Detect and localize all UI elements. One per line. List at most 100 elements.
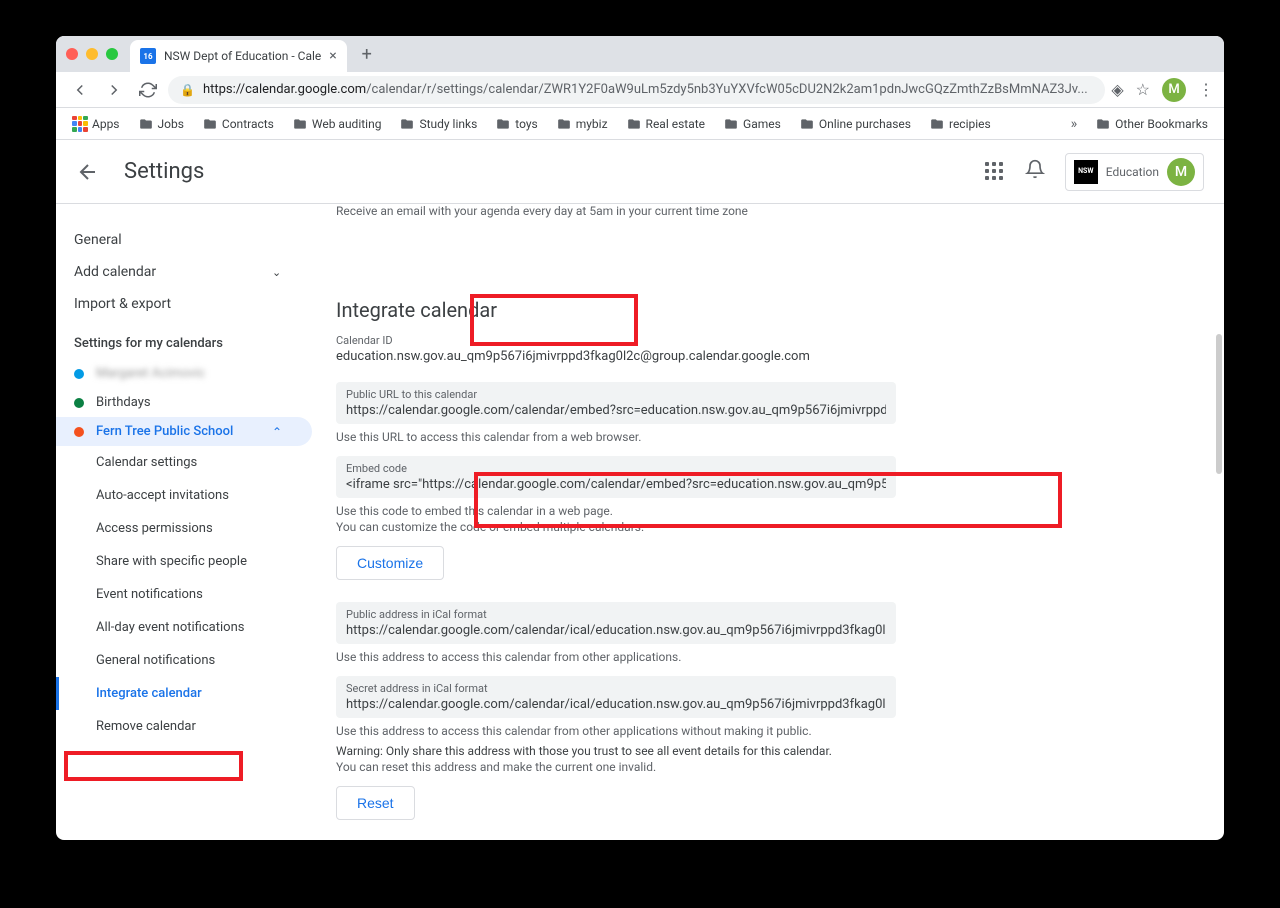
other-bookmarks[interactable]: Other Bookmarks xyxy=(1089,113,1214,135)
sub-event-notifications[interactable]: Event notifications xyxy=(56,578,312,611)
settings-header: Settings NSW Education M xyxy=(56,140,1224,204)
close-window-button[interactable] xyxy=(66,48,78,60)
sub-general-notifications[interactable]: General notifications xyxy=(56,644,312,677)
field-ical-secret[interactable]: Secret address in iCal format https://ca… xyxy=(336,676,896,718)
field-ical-public[interactable]: Public address in iCal format https://ca… xyxy=(336,602,896,644)
sidebar-add-calendar[interactable]: Add calendar⌄ xyxy=(56,256,312,288)
field-label: Public address in iCal format xyxy=(346,608,886,621)
window-controls xyxy=(66,48,118,60)
bookmark-label: Contracts xyxy=(222,117,274,131)
bookmark-realestate[interactable]: Real estate xyxy=(620,113,711,135)
close-tab-button[interactable]: × xyxy=(329,48,336,64)
sub-remove-calendar[interactable]: Remove calendar xyxy=(56,710,312,743)
bookmark-mybiz[interactable]: mybiz xyxy=(550,113,614,135)
bookmark-games[interactable]: Games xyxy=(717,113,787,135)
sub-share-people[interactable]: Share with specific people xyxy=(56,545,312,578)
bookmark-label: Games xyxy=(743,117,781,131)
field-value[interactable]: education.nsw.gov.au_qm9p567i6jmivrppd3f… xyxy=(336,349,896,364)
field-label: Public URL to this calendar xyxy=(346,388,886,401)
back-button[interactable] xyxy=(66,76,94,104)
brand-box[interactable]: NSW Education M xyxy=(1065,153,1204,191)
settings-back-button[interactable] xyxy=(76,160,100,184)
sub-allday-notifications[interactable]: All-day event notifications xyxy=(56,611,312,644)
field-value: <iframe src="https://calendar.google.com… xyxy=(346,477,886,492)
bookmark-contracts[interactable]: Contracts xyxy=(196,113,280,135)
calendar-name: Birthdays xyxy=(96,395,151,410)
field-label: Embed code xyxy=(346,462,886,475)
notifications-icon[interactable] xyxy=(1025,159,1045,184)
bookmark-label: Real estate xyxy=(646,117,705,131)
apps-shortcut[interactable]: Apps xyxy=(66,112,126,136)
scrollbar[interactable] xyxy=(1216,334,1222,474)
folder-icon xyxy=(723,117,739,131)
annotation-highlight-sidebar xyxy=(64,751,243,781)
field-embed-code[interactable]: Embed code <iframe src="https://calendar… xyxy=(336,456,896,498)
field-value: https://calendar.google.com/calendar/ica… xyxy=(346,623,886,638)
field-label: Calendar ID xyxy=(336,334,896,347)
settings-sidebar: General Add calendar⌄ Import & export Se… xyxy=(56,204,312,840)
bookmark-onlinepurchases[interactable]: Online purchases xyxy=(793,113,917,135)
calendar-name: Margaret Acimovic xyxy=(96,366,205,381)
sidebar-item-label: General xyxy=(74,232,122,248)
extension-icon[interactable]: ◈ xyxy=(1111,80,1123,99)
sidebar-calendar-3[interactable]: Fern Tree Public School⌃ xyxy=(56,417,312,446)
calendar-color-dot xyxy=(74,427,84,437)
url-text: https://calendar.google.com/calendar/r/s… xyxy=(203,82,1093,97)
bookmarks-bar: Apps Jobs Contracts Web auditing Study l… xyxy=(56,108,1224,140)
sub-integrate-calendar[interactable]: Integrate calendar xyxy=(56,677,312,710)
maximize-window-button[interactable] xyxy=(106,48,118,60)
bookmark-webauditing[interactable]: Web auditing xyxy=(286,113,388,135)
sub-calendar-settings[interactable]: Calendar settings xyxy=(56,446,312,479)
field-public-url[interactable]: Public URL to this calendar https://cale… xyxy=(336,382,896,424)
tab-favicon: 16 xyxy=(140,48,156,64)
bookmark-studylinks[interactable]: Study links xyxy=(393,113,483,135)
account-avatar[interactable]: M xyxy=(1167,158,1195,186)
sidebar-item-label: Import & export xyxy=(74,296,171,312)
bookmark-star-icon[interactable]: ☆ xyxy=(1136,80,1150,99)
settings-main-panel: Receive an email with your agenda every … xyxy=(312,204,1224,840)
forward-button[interactable] xyxy=(100,76,128,104)
customize-button[interactable]: Customize xyxy=(336,546,444,580)
sidebar-import-export[interactable]: Import & export xyxy=(56,288,312,320)
folder-icon xyxy=(202,117,218,131)
help-text: Use this address to access this calendar… xyxy=(336,650,896,664)
bookmark-label: Other Bookmarks xyxy=(1115,117,1208,131)
sub-access-permissions[interactable]: Access permissions xyxy=(56,512,312,545)
chevron-down-icon: ⌄ xyxy=(272,266,288,279)
reload-button[interactable] xyxy=(134,76,162,104)
browser-tab[interactable]: 16 NSW Dept of Education - Cale × xyxy=(130,40,347,72)
help-text-warning: Warning: Only share this address with th… xyxy=(336,744,896,758)
bookmark-label: toys xyxy=(515,117,537,131)
header-right: NSW Education M xyxy=(985,153,1204,191)
bookmark-label: recipies xyxy=(949,117,991,131)
bookmark-label: mybiz xyxy=(576,117,608,131)
browser-toolbar: 🔒 https://calendar.google.com/calendar/r… xyxy=(56,72,1224,108)
apps-launcher-icon[interactable] xyxy=(985,162,1005,182)
chrome-menu-button[interactable]: ⋮ xyxy=(1198,80,1214,99)
folder-icon xyxy=(399,117,415,131)
folder-icon xyxy=(799,117,815,131)
sidebar-general[interactable]: General xyxy=(56,224,312,256)
bookmark-toys[interactable]: toys xyxy=(489,113,543,135)
new-tab-button[interactable]: + xyxy=(353,40,381,68)
settings-title: Settings xyxy=(124,159,204,184)
sidebar-calendar-2[interactable]: Birthdays xyxy=(56,388,312,417)
lock-icon: 🔒 xyxy=(180,83,195,97)
address-bar[interactable]: 🔒 https://calendar.google.com/calendar/r… xyxy=(168,76,1105,104)
help-text: You can reset this address and make the … xyxy=(336,760,896,774)
folder-icon xyxy=(495,117,511,131)
bookmark-jobs[interactable]: Jobs xyxy=(132,113,190,135)
browser-window: 16 NSW Dept of Education - Cale × + 🔒 ht… xyxy=(56,36,1224,840)
folder-icon xyxy=(292,117,308,131)
profile-avatar[interactable]: M xyxy=(1162,78,1186,102)
sub-auto-accept[interactable]: Auto-accept invitations xyxy=(56,479,312,512)
reset-button[interactable]: Reset xyxy=(336,786,415,820)
field-label: Secret address in iCal format xyxy=(346,682,886,695)
sidebar-calendar-1[interactable]: Margaret Acimovic xyxy=(56,359,312,388)
bookmark-recipies[interactable]: recipies xyxy=(923,113,997,135)
calendar-color-dot xyxy=(74,398,84,408)
field-value: https://calendar.google.com/calendar/emb… xyxy=(346,403,886,418)
minimize-window-button[interactable] xyxy=(86,48,98,60)
bookmarks-overflow-button[interactable]: » xyxy=(1065,116,1084,132)
nsw-logo: NSW xyxy=(1074,160,1098,184)
